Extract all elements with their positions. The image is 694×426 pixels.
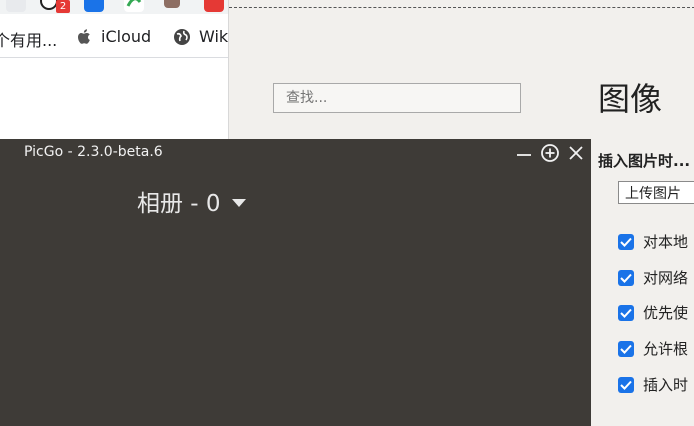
bookmark-useful[interactable]: 个有用...	[0, 27, 57, 51]
checkbox-label: 允许根	[643, 340, 689, 358]
tab-favicon[interactable]	[6, 0, 26, 12]
checkbox-row[interactable]: 优先使	[618, 302, 688, 323]
apple-icon	[77, 28, 93, 46]
checkbox-row[interactable]: 插入时	[618, 374, 688, 395]
page-title: 图像	[598, 80, 663, 118]
plus-circle-icon	[541, 144, 559, 162]
album-dropdown[interactable]: 相册 - 0	[137, 184, 247, 218]
checkbox-checked-icon[interactable]	[618, 376, 634, 393]
checkbox-checked-icon[interactable]	[618, 233, 634, 250]
checkbox-label: 插入时	[643, 376, 689, 394]
caret-down-icon	[231, 188, 247, 214]
window-title: PicGo - 2.3.0-beta.6	[24, 144, 163, 160]
bookmark-icloud[interactable]: iCloud	[77, 27, 151, 46]
close-icon	[569, 146, 583, 160]
album-label: 相册 - 0	[137, 191, 221, 217]
checkbox-row[interactable]: 允许根	[618, 338, 688, 359]
checkbox-row[interactable]: 对本地	[618, 231, 688, 252]
bookmark-wikipedia[interactable]: Wik	[173, 27, 228, 46]
checkbox-label: 对网络	[643, 269, 689, 287]
checkbox-checked-icon[interactable]	[618, 304, 634, 321]
checkbox-label: 对本地	[643, 233, 689, 251]
minimize-button[interactable]	[514, 143, 534, 163]
dashed-divider	[229, 7, 694, 8]
app-tab-icon[interactable]	[84, 0, 104, 12]
checkbox-row[interactable]: 对网络	[618, 267, 688, 288]
search-input[interactable]	[273, 83, 521, 113]
red-tab-icon[interactable]	[204, 0, 224, 12]
green-tab-icon[interactable]	[124, 0, 144, 12]
bookmark-label: 个有用...	[0, 31, 58, 50]
notification-badge: 2	[56, 0, 70, 13]
minimize-icon	[517, 154, 531, 156]
checkbox-checked-icon[interactable]	[618, 269, 634, 286]
checkbox-label: 优先使	[643, 304, 689, 322]
brown-tab-icon[interactable]	[164, 0, 180, 8]
browser-window: 2 个有用... iCloud Wik	[0, 0, 228, 140]
pin-button[interactable]	[540, 143, 560, 163]
checkbox-checked-icon[interactable]	[618, 340, 634, 357]
divider	[0, 57, 228, 58]
bookmark-label: Wik	[199, 27, 229, 46]
close-button[interactable]	[566, 143, 586, 163]
bookmarks-bar: 个有用... iCloud Wik	[0, 24, 228, 50]
browser-tabstrip: 2	[0, 0, 228, 14]
bookmark-label: iCloud	[101, 27, 152, 46]
upload-mode-select[interactable]: 上传图片	[618, 181, 694, 204]
globe-icon	[173, 28, 191, 46]
picgo-window: PicGo - 2.3.0-beta.6 相册 - 0	[0, 139, 591, 426]
section-label: 插入图片时...	[598, 152, 691, 170]
